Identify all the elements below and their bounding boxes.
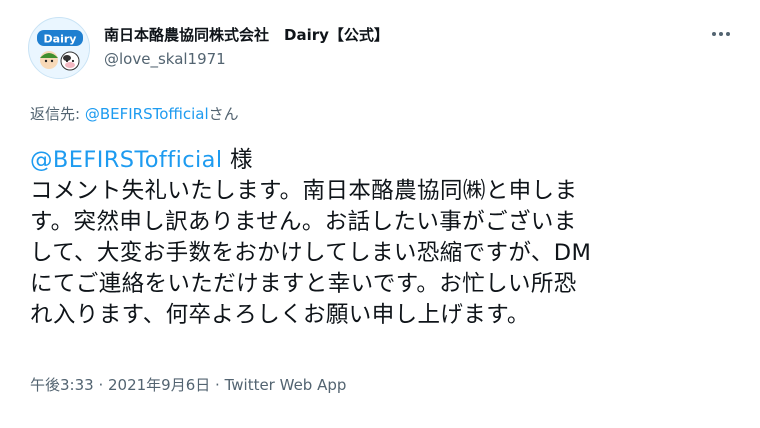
reply-context: 返信先: @BEFIRSTofficialさん (30, 103, 239, 124)
tweet-text-line: れ入ります、何卒よろしくお願い申し上げます。 (30, 302, 530, 328)
dairy-logo-icon: Dairy (30, 19, 89, 78)
more-horizontal-icon (712, 32, 716, 36)
tweet-text-line: す。突然申し訳ありません。お話したい事がございま (30, 209, 577, 235)
avatar[interactable]: Dairy (28, 17, 90, 79)
tweet-time-link[interactable]: 午後3:33 (30, 376, 94, 394)
meta-separator: · (93, 376, 108, 394)
more-horizontal-icon-dot (726, 32, 730, 36)
reply-mention-link[interactable]: @BEFIRSTofficial (85, 105, 209, 123)
tweet-text-line: コメント失礼いたします。南日本酪農協同㈱と申しま (30, 178, 578, 204)
tweet-text-line: @BEFIRSTofficial 様 (30, 145, 730, 176)
tweet-source-app[interactable]: Twitter Web App (225, 376, 347, 394)
meta-separator: · (210, 376, 225, 394)
reply-prefix: 返信先: (30, 105, 85, 123)
user-handle[interactable]: @love_skal1971 (104, 50, 226, 68)
display-name[interactable]: 南日本酪農協同株式会社 Dairy【公式】 (104, 24, 389, 45)
tweet-text-line: して、大変お手数をおかけしてしまい恐縮ですが、DM (30, 240, 592, 266)
tweet-mention-suffix: 様 (222, 147, 253, 173)
more-horizontal-icon-dot (719, 32, 723, 36)
tweet-metadata: 午後3:33 · 2021年9月6日 · Twitter Web App (30, 374, 346, 395)
tweet-text-line: にてご連絡をいただけますと幸いです。お忙しい所恐 (30, 271, 577, 297)
reply-suffix: さん (208, 105, 239, 123)
tweet: Dairy 南日本酪農協同株式会社 Dairy【公式】 @love_skal19… (0, 0, 760, 428)
tweet-date-link[interactable]: 2021年9月6日 (108, 376, 210, 394)
tweet-text: @BEFIRSTofficial 様 コメント失礼いたします。南日本酪農協同㈱と… (30, 145, 730, 331)
tweet-mention-link[interactable]: @BEFIRSTofficial (30, 147, 223, 173)
more-options-button[interactable] (706, 22, 736, 46)
avatar-logo-text: Dairy (44, 33, 77, 46)
